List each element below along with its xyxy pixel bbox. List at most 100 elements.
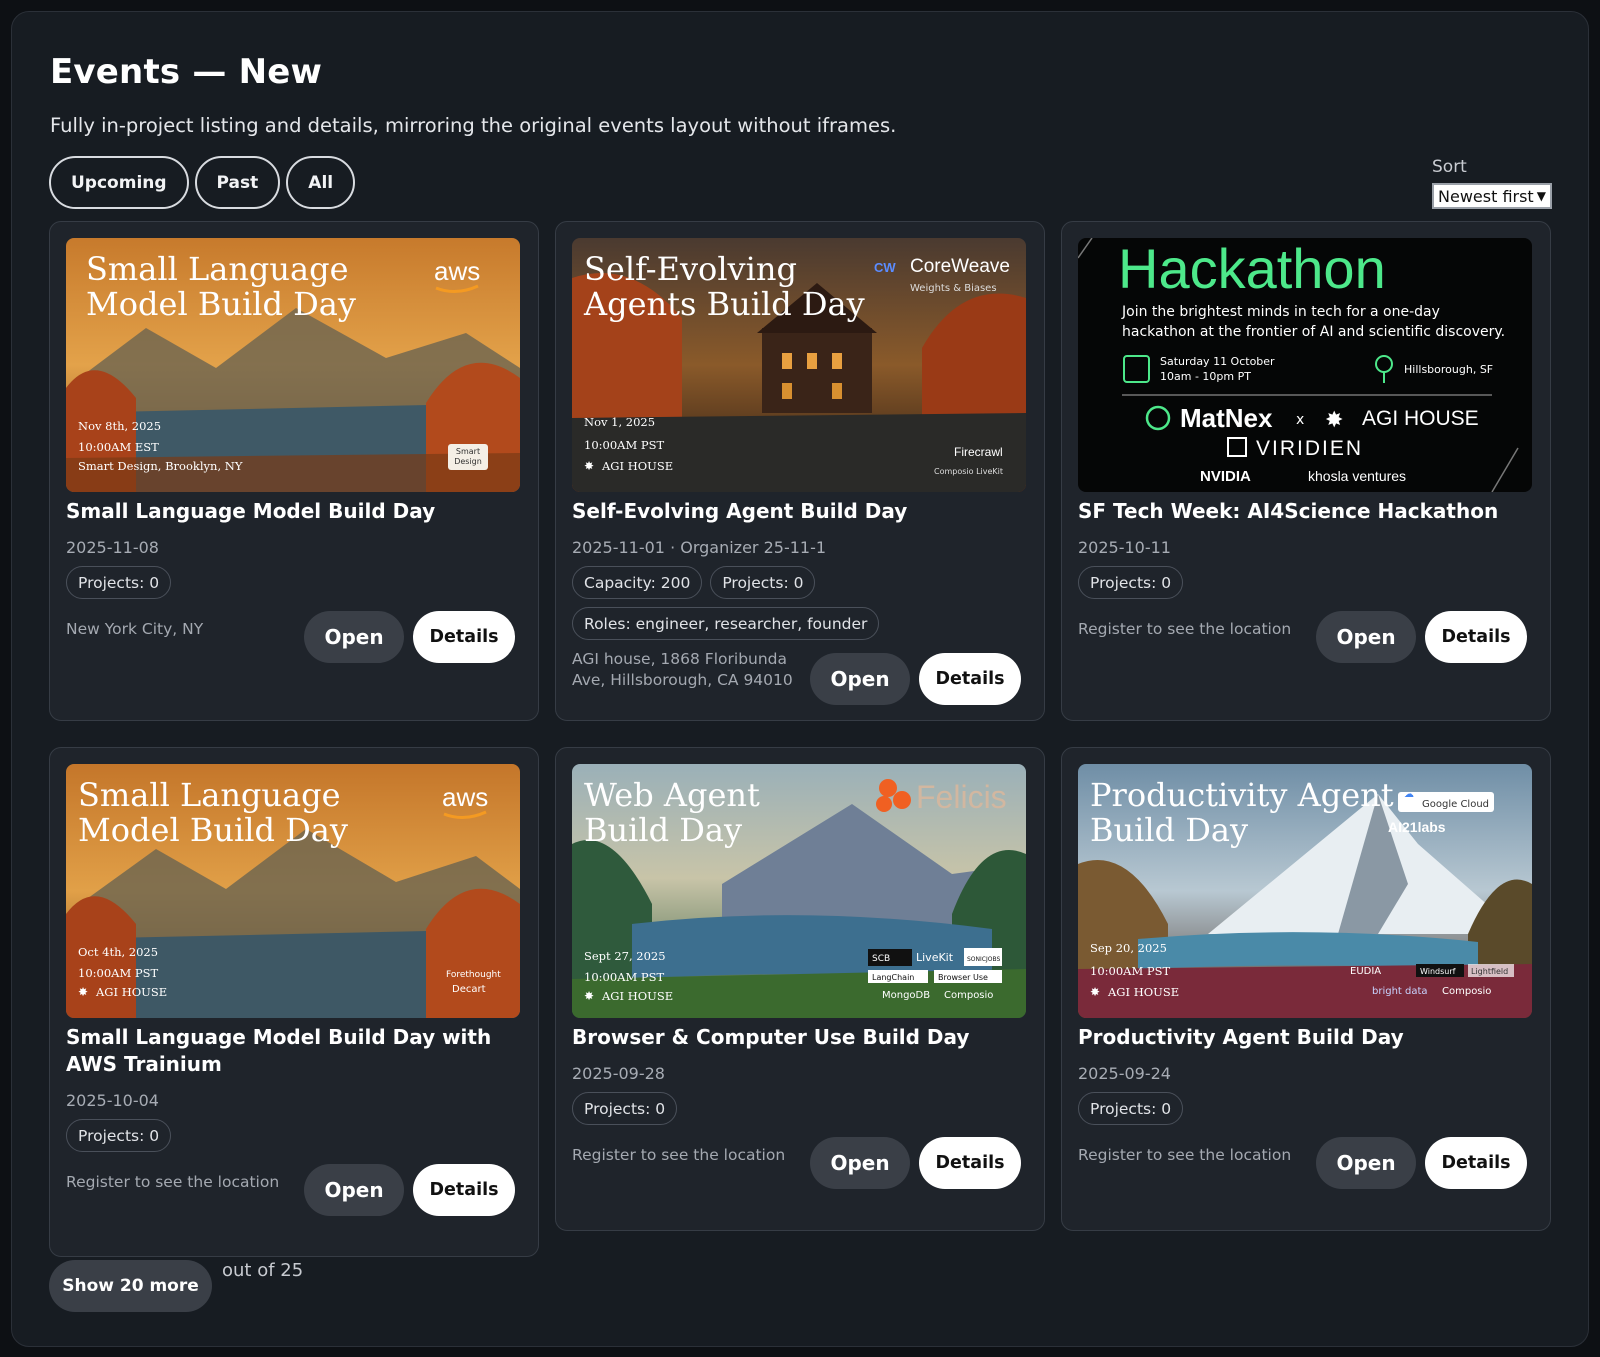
wandb-logo: Weights & Biases xyxy=(910,283,997,294)
pagination-total: out of 25 xyxy=(222,1260,304,1281)
banner-text: hackathon at the frontier of AI and scie… xyxy=(1122,324,1505,340)
hackathon-heading: Hackathon xyxy=(1118,238,1386,300)
agi-house-icon: ✸ xyxy=(78,985,88,999)
banner-text: Sept 27, 2025 xyxy=(584,949,666,963)
agi-house-logo: AGI HOUSE xyxy=(1362,407,1479,430)
event-banner-image: Productivity Agent Build Day Google Clou… xyxy=(1078,764,1532,1018)
event-card: Small Language Model Build Day aws Nov 8… xyxy=(49,221,539,721)
event-title[interactable]: Productivity Agent Build Day xyxy=(1078,1024,1533,1051)
filter-upcoming[interactable]: Upcoming xyxy=(49,156,189,209)
coreweave-icon: CW xyxy=(874,260,896,275)
felicis-logo: Felicis xyxy=(916,779,1007,815)
page-subtitle: Fully in-project listing and details, mi… xyxy=(50,114,897,137)
event-chips: Projects: 0 xyxy=(66,1119,521,1152)
banner-text: 10am - 10pm PT xyxy=(1160,370,1251,383)
banner-text: AGI HOUSE xyxy=(601,989,673,1003)
sort-selected-value: Newest first xyxy=(1438,186,1534,206)
windsurf-logo: Windsurf xyxy=(1420,967,1456,976)
banner-heading: Productivity Agent xyxy=(1090,776,1394,814)
event-banner-image: Hackathon Join the brightest minds in te… xyxy=(1078,238,1532,492)
event-title[interactable]: Small Language Model Build Day with AWS … xyxy=(66,1024,521,1078)
sort-label: Sort xyxy=(1432,157,1467,177)
event-title[interactable]: Small Language Model Build Day xyxy=(66,498,521,525)
smart-design-logo: Smart xyxy=(456,447,480,456)
open-button[interactable]: Open xyxy=(810,1137,910,1189)
event-chips: Projects: 0 xyxy=(66,566,521,599)
show-more-button[interactable]: Show 20 more xyxy=(49,1260,212,1312)
banner-text: Oct 4th, 2025 xyxy=(78,945,158,959)
event-chips: Capacity: 200 Projects: 0 Roles: enginee… xyxy=(572,566,1027,640)
filter-past[interactable]: Past xyxy=(194,156,281,209)
viridien-logo: VIRIDIEN xyxy=(1256,437,1363,460)
event-location: Register to see the location xyxy=(572,1146,786,1164)
roles-chip: Roles: engineer, researcher, founder xyxy=(572,607,880,640)
event-title[interactable]: Self-Evolving Agent Build Day xyxy=(572,498,1027,525)
details-button[interactable]: Details xyxy=(919,1137,1021,1189)
details-button[interactable]: Details xyxy=(1425,1137,1527,1189)
event-title[interactable]: Browser & Computer Use Build Day xyxy=(572,1024,1027,1051)
nvidia-logo: NVIDIA xyxy=(1200,468,1251,485)
details-button[interactable]: Details xyxy=(413,611,515,663)
event-card: Small Language Model Build Day aws Oct 4… xyxy=(49,747,539,1257)
projects-chip: Projects: 0 xyxy=(66,1119,172,1152)
banner-text: AGI HOUSE xyxy=(1107,985,1179,999)
livekit-logo: LiveKit xyxy=(916,951,954,964)
banner-text: 10:00AM PST xyxy=(78,966,158,980)
agi-house-icon: ✸ xyxy=(1325,408,1343,433)
event-banner-image: Small Language Model Build Day aws Oct 4… xyxy=(66,764,520,1018)
agi-house-icon: ✸ xyxy=(1090,985,1100,999)
banner-heading: Agents Build Day xyxy=(583,285,865,323)
aws-logo: aws xyxy=(434,256,480,286)
open-button[interactable]: Open xyxy=(304,611,404,663)
details-button[interactable]: Details xyxy=(413,1164,515,1216)
banner-text: Nov 1, 2025 xyxy=(584,415,655,429)
open-button[interactable]: Open xyxy=(1316,611,1416,663)
banner-text: AGI HOUSE xyxy=(95,985,167,999)
sonicjobs-logo: SONICJOBS xyxy=(967,956,1000,963)
event-date: 2025-10-11 xyxy=(1078,538,1171,557)
event-banner-image: Web Agent Build Day Felicis Sept 27, 202… xyxy=(572,764,1026,1018)
projects-chip: Projects: 0 xyxy=(710,566,816,599)
mongodb-logo: MongoDB xyxy=(882,990,930,1001)
event-card: Web Agent Build Day Felicis Sept 27, 202… xyxy=(555,747,1045,1231)
composio-logo: Composio xyxy=(944,990,993,1001)
open-button[interactable]: Open xyxy=(810,653,910,705)
event-date: 2025-11-01 · Organizer 25-11-1 xyxy=(572,538,827,557)
banner-text: AGI HOUSE xyxy=(601,459,673,473)
event-card: Self-Evolving Agents Build Day CW CoreWe… xyxy=(555,221,1045,721)
open-button[interactable]: Open xyxy=(304,1164,404,1216)
open-button[interactable]: Open xyxy=(1316,1137,1416,1189)
event-location: New York City, NY xyxy=(66,620,204,638)
events-panel: Events — New Fully in-project listing an… xyxy=(11,11,1589,1347)
banner-text: Saturday 11 October xyxy=(1160,355,1275,368)
banner-text: 10:00AM PST xyxy=(1090,964,1170,978)
banner-text: Smart Design, Brooklyn, NY xyxy=(78,459,243,473)
firecrawl-logo: Firecrawl xyxy=(954,445,1003,459)
sponsor-logo: SCB xyxy=(872,954,890,964)
banner-heading: Small Language xyxy=(86,250,349,288)
banner-heading: Build Day xyxy=(584,811,742,849)
cloud-icon: ☁ xyxy=(1404,789,1414,800)
forethought-logo: Forethought xyxy=(446,970,501,980)
event-banner-image: Small Language Model Build Day aws Nov 8… xyxy=(66,238,520,492)
filter-all[interactable]: All xyxy=(286,156,356,209)
event-card: Productivity Agent Build Day Google Clou… xyxy=(1061,747,1551,1231)
chevron-down-icon: ▼ xyxy=(1536,189,1546,203)
projects-chip: Projects: 0 xyxy=(66,566,172,599)
eudia-logo: EUDIA xyxy=(1350,966,1381,977)
sponsor-logos: Composio LiveKit xyxy=(934,467,1003,476)
event-chips: Projects: 0 xyxy=(1078,1092,1533,1125)
event-chips: Projects: 0 xyxy=(1078,566,1533,599)
khosla-logo: khosla ventures xyxy=(1308,468,1406,484)
agi-house-icon: ✸ xyxy=(584,989,594,1003)
langchain-logo: LangChain xyxy=(872,973,914,982)
event-title[interactable]: SF Tech Week: AI4Science Hackathon xyxy=(1078,498,1533,525)
banner-heading: Self-Evolving xyxy=(584,250,797,288)
details-button[interactable]: Details xyxy=(919,653,1021,705)
details-button[interactable]: Details xyxy=(1425,611,1527,663)
banner-text: Hillsborough, SF xyxy=(1404,363,1493,376)
sort-select[interactable]: Newest first ▼ xyxy=(1432,183,1552,209)
banner-text: 10:00AM PST xyxy=(584,438,664,452)
composio-logo: Composio xyxy=(1442,986,1491,997)
event-date: 2025-11-08 xyxy=(66,538,159,557)
